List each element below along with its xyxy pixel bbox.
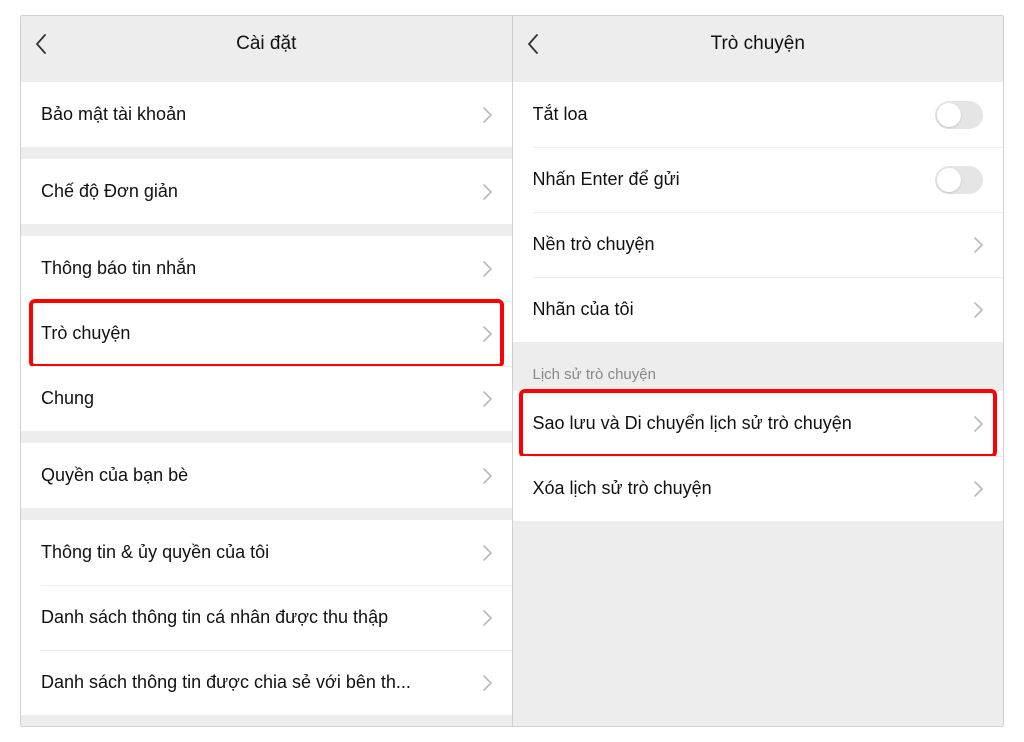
row-label: Nhấn Enter để gửi <box>533 169 926 190</box>
chevron-right-icon <box>483 107 492 123</box>
row-label: Chế độ Đơn giản <box>41 181 473 202</box>
chevron-right-icon <box>974 416 983 432</box>
row-label: Tắt loa <box>533 104 926 125</box>
row-label: Nền trò chuyện <box>533 234 965 255</box>
back-button[interactable] <box>527 16 538 72</box>
row-label: Bảo mật tài khoản <box>41 104 473 125</box>
row-label: Xóa lịch sử trò chuyện <box>533 478 965 499</box>
row-label: Quyền của bạn bè <box>41 465 473 486</box>
chevron-right-icon <box>483 545 492 561</box>
chevron-right-icon <box>483 326 492 342</box>
chevron-right-icon <box>974 481 983 497</box>
row-personal-info-collected[interactable]: Danh sách thông tin cá nhân được thu thậ… <box>21 585 512 650</box>
settings-screen: Cài đặt Bảo mật tài khoản Chế độ Đơn giả… <box>21 16 513 726</box>
row-chat-background[interactable]: Nền trò chuyện <box>513 212 1004 277</box>
chat-header: Trò chuyện <box>513 16 1004 72</box>
chevron-right-icon <box>974 237 983 253</box>
row-chat[interactable]: Trò chuyện <box>21 301 512 366</box>
row-general[interactable]: Chung <box>21 366 512 431</box>
row-label: Thông báo tin nhắn <box>41 258 473 279</box>
row-label: Chung <box>41 388 473 409</box>
row-message-notifications[interactable]: Thông báo tin nhắn <box>21 236 512 301</box>
chevron-right-icon <box>974 302 983 318</box>
row-friend-permissions[interactable]: Quyền của bạn bè <box>21 443 512 508</box>
section-history-header: Lịch sử trò chuyện <box>513 342 1004 391</box>
row-delete-history[interactable]: Xóa lịch sử trò chuyện <box>513 456 1004 521</box>
toggle-speaker-off[interactable] <box>935 101 983 129</box>
chat-content: Tắt loa Nhấn Enter để gửi Nền trò chuyện… <box>513 72 1004 726</box>
toggle-enter-to-send[interactable] <box>935 166 983 194</box>
row-speaker-off[interactable]: Tắt loa <box>513 82 1004 147</box>
settings-title: Cài đặt <box>21 33 512 55</box>
chevron-right-icon <box>483 184 492 200</box>
row-label: Trò chuyện <box>41 323 473 344</box>
row-enter-to-send[interactable]: Nhấn Enter để gửi <box>513 147 1004 212</box>
row-label: Danh sách thông tin được chia sẻ với bên… <box>41 672 473 693</box>
row-label: Sao lưu và Di chuyển lịch sử trò chuyện <box>533 413 965 434</box>
chevron-right-icon <box>483 468 492 484</box>
chevron-right-icon <box>483 391 492 407</box>
row-label: Nhãn của tôi <box>533 299 965 320</box>
back-button[interactable] <box>35 16 46 72</box>
row-simple-mode[interactable]: Chế độ Đơn giản <box>21 159 512 224</box>
row-account-security[interactable]: Bảo mật tài khoản <box>21 82 512 147</box>
row-label: Danh sách thông tin cá nhân được thu thậ… <box>41 607 473 628</box>
row-backup-migrate-history[interactable]: Sao lưu và Di chuyển lịch sử trò chuyện <box>513 391 1004 456</box>
chevron-left-icon <box>35 34 46 54</box>
chevron-right-icon <box>483 261 492 277</box>
row-my-stickers[interactable]: Nhãn của tôi <box>513 277 1004 342</box>
row-my-info-auth[interactable]: Thông tin & ủy quyền của tôi <box>21 520 512 585</box>
settings-content: Bảo mật tài khoản Chế độ Đơn giản Thông … <box>21 72 512 726</box>
settings-header: Cài đặt <box>21 16 512 72</box>
chevron-right-icon <box>483 610 492 626</box>
chat-screen: Trò chuyện Tắt loa Nhấn Enter để gửi Nền… <box>513 16 1004 726</box>
chevron-right-icon <box>483 675 492 691</box>
chat-title: Trò chuyện <box>513 33 1004 55</box>
row-info-shared-third-party[interactable]: Danh sách thông tin được chia sẻ với bên… <box>21 650 512 715</box>
row-label: Thông tin & ủy quyền của tôi <box>41 542 473 563</box>
chevron-left-icon <box>527 34 538 54</box>
